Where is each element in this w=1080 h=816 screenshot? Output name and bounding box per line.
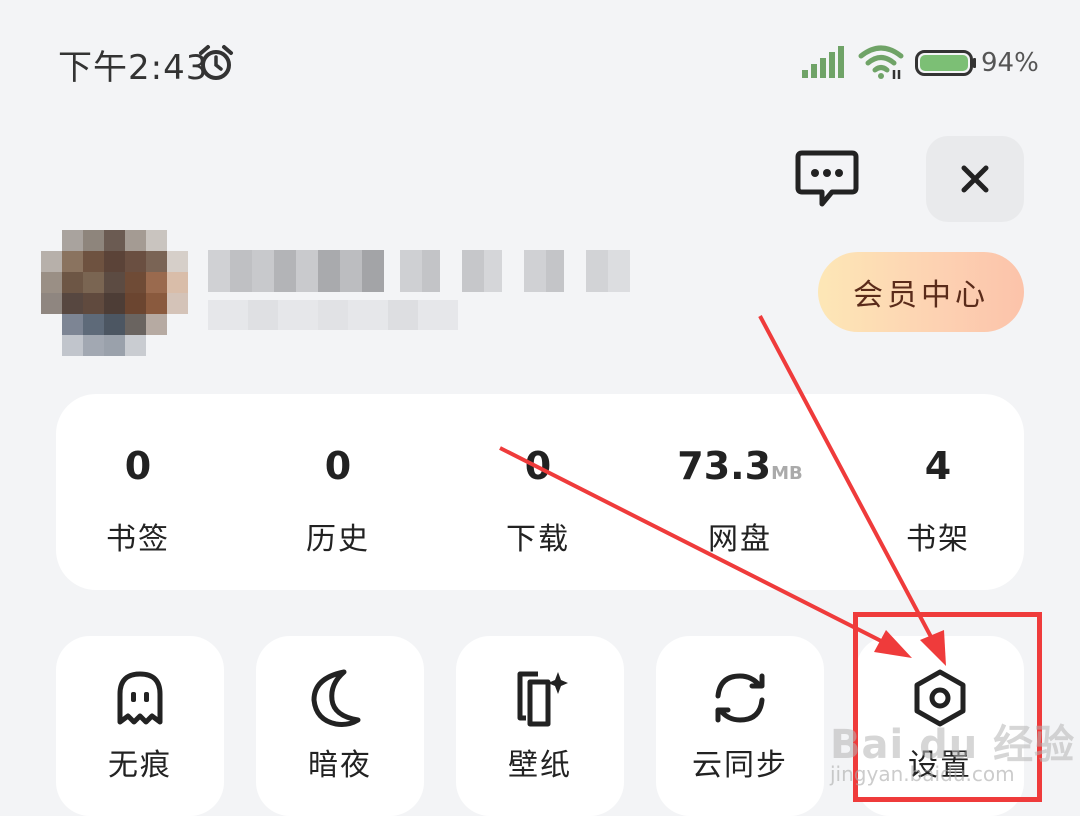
stat-value: 0 <box>124 444 152 488</box>
username-redacted <box>208 250 630 292</box>
vip-center-button[interactable]: 会员中心 <box>818 252 1024 332</box>
close-icon <box>961 165 989 193</box>
stat-downloads[interactable]: 0 下载 <box>448 434 628 558</box>
stat-value: 4 <box>924 444 952 488</box>
watermark-url: jingyan.baidu.com <box>830 762 1015 786</box>
stats-card: 0 书签 0 历史 0 下载 73.3MB 网盘 4 书架 <box>56 394 1024 590</box>
stat-label: 网盘 <box>708 522 772 557</box>
stat-history[interactable]: 0 历史 <box>248 434 428 558</box>
stat-cloud-disk[interactable]: 73.3MB 网盘 <box>650 434 830 558</box>
status-time: 下午2:43 <box>58 48 209 88</box>
tool-dark-mode[interactable]: 暗夜 <box>256 636 424 816</box>
user-subtitle-redacted <box>208 300 458 330</box>
stat-label: 书架 <box>906 522 970 557</box>
avatar[interactable] <box>40 230 190 356</box>
stat-label: 下载 <box>506 522 570 557</box>
battery-percent: 94% <box>981 48 1039 78</box>
stat-unit: MB <box>771 463 803 484</box>
wifi-icon <box>858 45 904 79</box>
stat-value: 0 <box>324 444 352 488</box>
sync-icon <box>715 673 765 723</box>
tool-wallpaper[interactable]: 壁纸 <box>456 636 624 816</box>
close-button[interactable] <box>926 136 1024 222</box>
stat-bookshelf[interactable]: 4 书架 <box>848 434 1028 558</box>
stat-label: 书签 <box>106 522 170 557</box>
tool-label: 云同步 <box>692 748 788 783</box>
tool-label: 无痕 <box>108 748 172 783</box>
tool-label: 壁纸 <box>508 748 572 783</box>
stat-value: 73.3 <box>677 444 772 488</box>
battery-icon <box>915 50 976 76</box>
tool-label: 暗夜 <box>308 748 372 783</box>
tool-cloud-sync[interactable]: 云同步 <box>656 636 824 816</box>
ghost-icon <box>117 671 163 725</box>
message-dots-icon[interactable] <box>794 148 860 210</box>
stat-label: 历史 <box>306 522 370 557</box>
stat-value: 0 <box>524 444 552 488</box>
wallpaper-icon <box>517 671 568 727</box>
moon-icon <box>311 669 361 727</box>
alarm-icon <box>199 45 233 80</box>
stat-bookmarks[interactable]: 0 书签 <box>48 434 228 558</box>
signal-icon <box>802 46 844 78</box>
tool-incognito[interactable]: 无痕 <box>56 636 224 816</box>
